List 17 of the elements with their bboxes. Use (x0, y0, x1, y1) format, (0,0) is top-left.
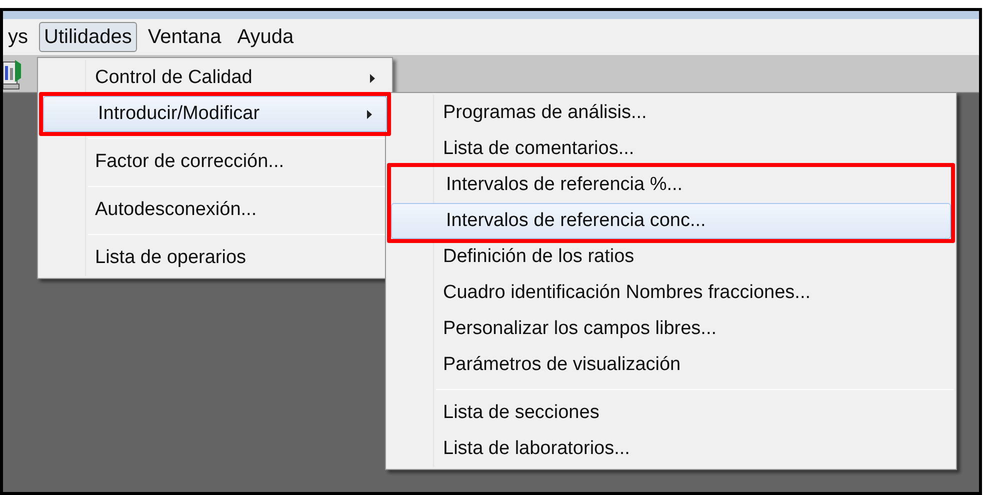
menu-item[interactable]: Lista de secciones (388, 395, 954, 431)
menu-bar-item[interactable]: ys (3, 22, 33, 52)
menu-item[interactable]: Intervalos de referencia conc... (391, 203, 951, 239)
menu-item[interactable]: Programas de análisis... (388, 95, 954, 131)
menu-item[interactable]: Definición de los ratios (388, 239, 954, 275)
menu-bar-item[interactable]: Ayuda (232, 22, 299, 52)
menu-item[interactable]: Cuadro identificación Nombres fracciones... (388, 275, 954, 311)
menu-item[interactable]: Introducir/Modificar (43, 96, 387, 132)
menu-bar-item[interactable]: Ventana (142, 22, 226, 52)
menu-bar-item[interactable]: Utilidades (39, 22, 137, 52)
menu-item[interactable]: Control de Calidad (40, 60, 390, 96)
menu-item[interactable]: Personalizar los campos libres... (388, 311, 954, 347)
menu-item[interactable]: Intervalos de referencia %... (391, 167, 951, 203)
instrument-icon[interactable] (3, 58, 21, 90)
menu-item[interactable]: Lista de laboratorios... (388, 431, 954, 467)
menu-item[interactable]: Lista de comentarios... (388, 131, 954, 167)
menu-item[interactable]: Parámetros de visualización (388, 347, 954, 383)
